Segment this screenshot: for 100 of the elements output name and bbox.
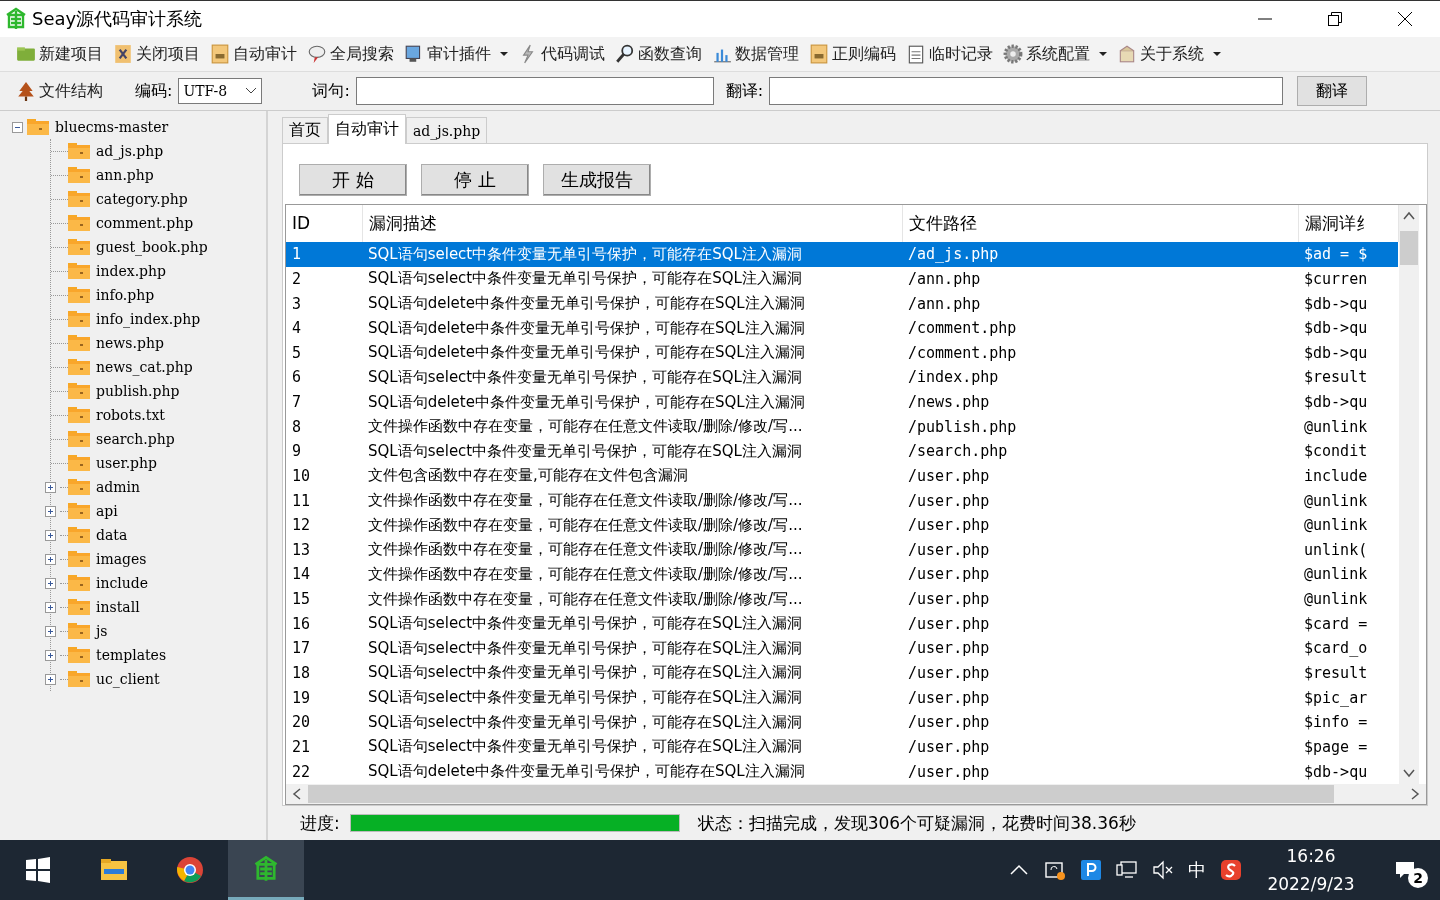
tree-item[interactable]: news_cat.php bbox=[96, 359, 193, 375]
translate-field[interactable] bbox=[769, 77, 1284, 105]
tree-item[interactable]: search.php bbox=[96, 431, 175, 447]
toolbar-button[interactable]: 正则编码 bbox=[805, 41, 900, 67]
toolbar-button[interactable]: 临时记录 bbox=[902, 41, 997, 67]
expand-icon[interactable] bbox=[45, 625, 56, 637]
table-row[interactable]: 21 SQL语句select中条件变量无单引号保护，可能存在SQL注入漏洞 /user.php $page = bbox=[286, 734, 1398, 760]
tree-item[interactable]: data bbox=[96, 527, 128, 543]
toolbar-button[interactable]: 审计插件 bbox=[400, 41, 512, 67]
table-row[interactable]: 16 SQL语句select中条件变量无单引号保护，可能存在SQL注入漏洞 /user.php $card = bbox=[286, 611, 1398, 636]
taskbar-app[interactable] bbox=[228, 840, 304, 900]
input-method-icon[interactable] bbox=[1220, 859, 1242, 881]
toolbar-button[interactable]: 新建项目 bbox=[12, 41, 107, 67]
table-row[interactable]: 5 SQL语句delete中条件变量无单引号保护，可能存在SQL注入漏洞 /comment.php $db->qu bbox=[286, 340, 1398, 366]
table-row[interactable]: 19 SQL语句select中条件变量无单引号保护，可能存在SQL注入漏洞 /user.php $pic_ar bbox=[286, 685, 1398, 710]
expand-icon[interactable] bbox=[45, 673, 56, 685]
action-button[interactable]: 开 始 bbox=[299, 164, 407, 196]
table-row[interactable]: 9 SQL语句select中条件变量无单引号保护，可能存在SQL注入漏洞 /search.php $condit bbox=[286, 438, 1398, 464]
sync-icon[interactable] bbox=[1044, 859, 1066, 881]
toolbar-button[interactable]: 代码调试 bbox=[514, 41, 609, 67]
tree-item[interactable]: install bbox=[96, 599, 140, 615]
table-row[interactable]: 15 文件操作函数中存在变量，可能存在任意文件读取/删除/修改/写... /user.php @unlink bbox=[286, 586, 1398, 612]
tree-item[interactable]: ad_js.php bbox=[96, 143, 164, 159]
toolbar-button[interactable]: 关于系统 bbox=[1113, 41, 1225, 67]
tree-item[interactable]: info_index.php bbox=[96, 311, 201, 327]
scroll-down-icon[interactable] bbox=[1402, 768, 1415, 778]
tree-item[interactable]: js bbox=[96, 623, 108, 639]
tree-item[interactable]: api bbox=[96, 503, 118, 519]
translate-button[interactable]: 翻译 bbox=[1297, 76, 1368, 106]
tree-item[interactable]: index.php bbox=[96, 263, 167, 279]
tree-item[interactable]: info.php bbox=[96, 287, 155, 303]
scroll-right-icon[interactable] bbox=[1410, 788, 1420, 800]
horizontal-scrollbar[interactable] bbox=[286, 784, 1426, 804]
table-row[interactable]: 11 文件操作函数中存在变量，可能存在任意文件读取/删除/修改/写... /user.php @unlink bbox=[286, 488, 1398, 513]
tree-item[interactable]: ann.php bbox=[96, 167, 154, 183]
table-row[interactable]: 20 SQL语句select中条件变量无单引号保护，可能存在SQL注入漏洞 /user.php $info = bbox=[286, 709, 1398, 735]
tree-item[interactable]: comment.php bbox=[96, 215, 194, 231]
tree-item[interactable]: news.php bbox=[96, 335, 164, 351]
network-icon[interactable] bbox=[1116, 859, 1138, 881]
expand-icon[interactable] bbox=[45, 481, 56, 493]
table-row[interactable]: 10 文件包含函数中存在变量,可能存在文件包含漏洞 /user.php include bbox=[286, 463, 1398, 489]
tree-item[interactable]: admin bbox=[96, 479, 141, 495]
expand-icon[interactable] bbox=[45, 577, 56, 589]
scrollbar-thumb[interactable] bbox=[308, 785, 1334, 803]
tree-item[interactable]: templates bbox=[96, 647, 167, 663]
tree-item[interactable]: category.php bbox=[96, 191, 188, 207]
tree-item[interactable]: include bbox=[96, 575, 149, 591]
speaker-muted-icon[interactable] bbox=[1152, 859, 1174, 881]
notification-icon[interactable] bbox=[1394, 859, 1416, 881]
query-field[interactable] bbox=[355, 77, 714, 105]
table-row[interactable]: 6 SQL语句select中条件变量无单引号保护，可能存在SQL注入漏洞 /index.php $result bbox=[286, 365, 1398, 390]
table-row[interactable]: 22 SQL语句delete中条件变量无单引号保护，可能存在SQL注入漏洞 /user.php $db->qu bbox=[286, 759, 1398, 784]
clock-date[interactable]: 2022/9/23 bbox=[1267, 874, 1355, 894]
expand-icon[interactable] bbox=[45, 505, 56, 517]
tab[interactable]: ad_js.php bbox=[406, 117, 488, 143]
table-row[interactable]: 14 文件操作函数中存在变量，可能存在任意文件读取/删除/修改/写... /user.php @unlink bbox=[286, 562, 1398, 587]
collapse-icon[interactable] bbox=[12, 121, 23, 133]
toolbar-button[interactable]: 数据管理 bbox=[708, 41, 803, 67]
table-row[interactable]: 13 文件操作函数中存在变量，可能存在任意文件读取/删除/修改/写... /user.php unlink( bbox=[286, 537, 1398, 563]
expand-icon[interactable] bbox=[45, 649, 56, 661]
tree-item[interactable]: robots.txt bbox=[96, 407, 165, 423]
table-row[interactable]: 18 SQL语句select中条件变量无单引号保护，可能存在SQL注入漏洞 /user.php $result bbox=[286, 660, 1398, 686]
table-row[interactable]: 17 SQL语句select中条件变量无单引号保护，可能存在SQL注入漏洞 /user.php $card_o bbox=[286, 635, 1398, 661]
tree-item[interactable]: guest_book.php bbox=[96, 239, 208, 255]
tab[interactable]: 首页 bbox=[282, 117, 328, 143]
tab[interactable]: 自动审计 bbox=[328, 114, 406, 144]
expand-icon[interactable] bbox=[45, 529, 56, 541]
table-row[interactable]: 3 SQL语句delete中条件变量无单引号保护，可能存在SQL注入漏洞 /ann.php $db->qu bbox=[286, 291, 1398, 316]
toolbar-button[interactable]: 自动审计 bbox=[206, 41, 301, 67]
toolbar-button[interactable]: 系统配置 bbox=[999, 41, 1111, 67]
input-method-indicator[interactable]: 中 bbox=[1188, 858, 1206, 882]
toolbar-button[interactable]: 全局搜索 bbox=[303, 41, 398, 67]
action-button[interactable]: 停 止 bbox=[421, 164, 529, 196]
table-row[interactable]: 7 SQL语句delete中条件变量无单引号保护，可能存在SQL注入漏洞 /news.php $db->qu bbox=[286, 389, 1398, 415]
scrollbar-thumb[interactable] bbox=[1399, 231, 1418, 265]
scroll-up-icon[interactable] bbox=[1402, 211, 1415, 221]
file-structure-button[interactable]: 文件结构 bbox=[12, 78, 107, 104]
table-row[interactable]: 8 文件操作函数中存在变量，可能存在任意文件读取/删除/修改/写... /publish.php @unlink bbox=[286, 414, 1398, 439]
parking-app-icon[interactable] bbox=[1080, 859, 1102, 881]
tree-item[interactable]: bluecms-master bbox=[55, 119, 169, 135]
toolbar-button[interactable]: 函数查询 bbox=[611, 41, 706, 67]
table-row[interactable]: 1 SQL语句select中条件变量无单引号保护，可能存在SQL注入漏洞 /ad_js.php $ad = $ bbox=[286, 241, 1398, 267]
column-header[interactable]: ID bbox=[286, 205, 362, 242]
tree-item[interactable]: user.php bbox=[96, 455, 158, 471]
table-row[interactable]: 4 SQL语句delete中条件变量无单引号保护，可能存在SQL注入漏洞 /comment.php $db->qu bbox=[286, 315, 1398, 341]
table-row[interactable]: 12 文件操作函数中存在变量，可能存在任意文件读取/删除/修改/写... /user.php @unlink bbox=[286, 512, 1398, 538]
toolbar-button[interactable]: 关闭项目 bbox=[109, 41, 204, 67]
column-header[interactable]: 漏洞描述 bbox=[362, 205, 902, 242]
clock-time[interactable]: 16:26 bbox=[1286, 846, 1336, 866]
tree-item[interactable]: publish.php bbox=[96, 383, 180, 399]
vertical-scrollbar[interactable] bbox=[1398, 205, 1419, 784]
tree-item[interactable]: uc_client bbox=[96, 671, 160, 687]
scroll-left-icon[interactable] bbox=[292, 788, 302, 800]
column-header[interactable]: 文件路径 bbox=[902, 205, 1298, 242]
column-header[interactable]: 漏洞详纟 bbox=[1298, 205, 1398, 242]
tree-item[interactable]: images bbox=[96, 551, 147, 567]
action-button[interactable]: 生成报告 bbox=[543, 164, 651, 196]
expand-icon[interactable] bbox=[45, 553, 56, 565]
expand-icon[interactable] bbox=[45, 601, 56, 613]
table-row[interactable]: 2 SQL语句select中条件变量无单引号保护，可能存在SQL注入漏洞 /ann.php $curren bbox=[286, 266, 1398, 292]
